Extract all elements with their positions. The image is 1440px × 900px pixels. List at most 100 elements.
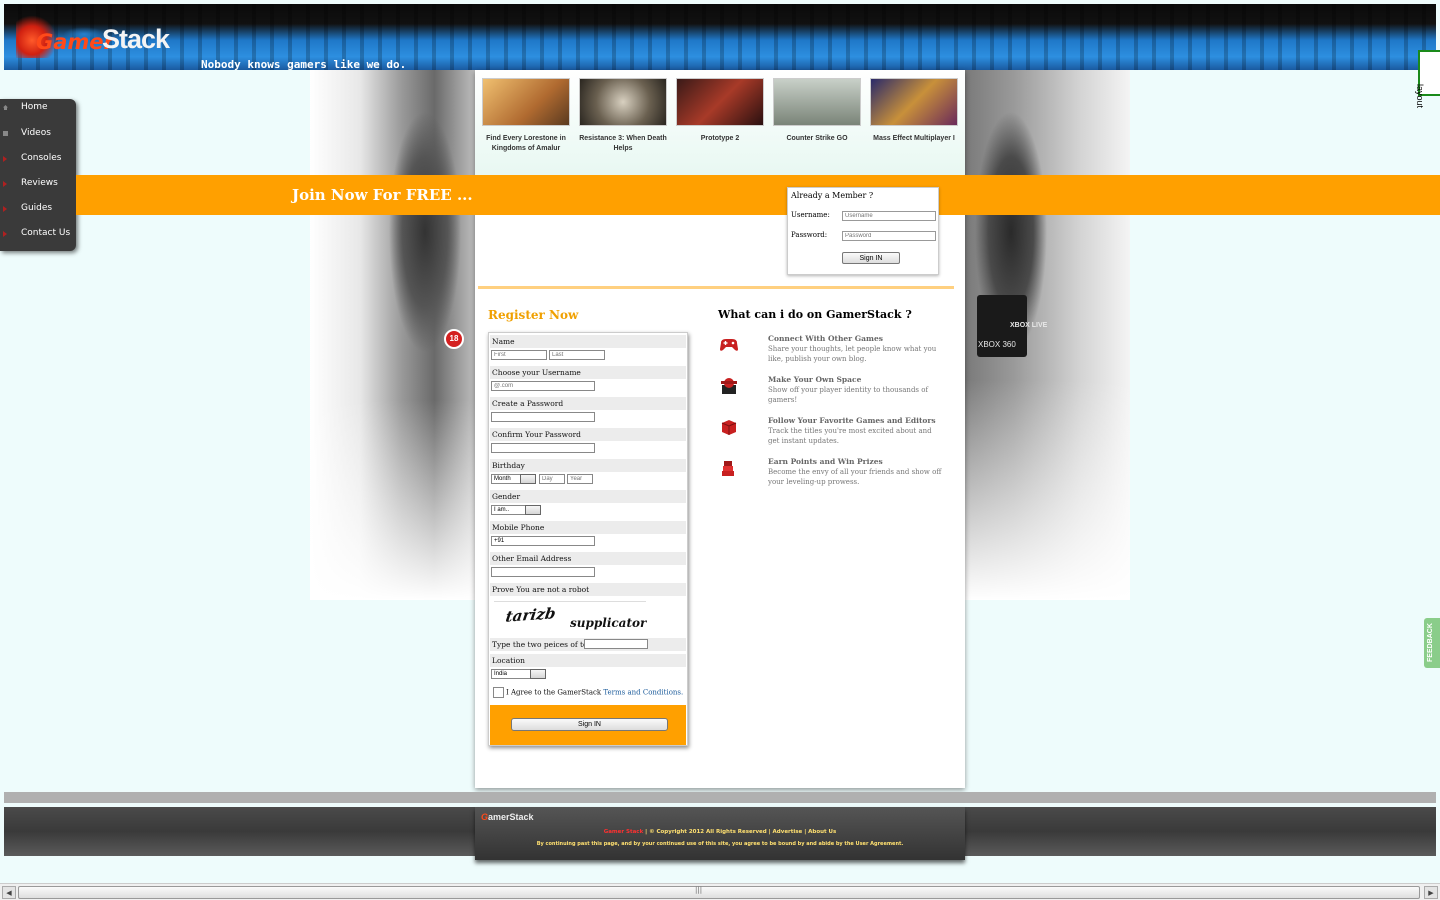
- login-username-input[interactable]: [842, 211, 936, 221]
- game-title[interactable]: Counter Strike GO: [772, 134, 862, 144]
- username-input[interactable]: [491, 381, 595, 391]
- game-card[interactable]: Find Every Lorestone in Kingdoms of Amal…: [481, 78, 571, 154]
- game-title[interactable]: Find Every Lorestone in Kingdoms of Amal…: [481, 134, 571, 154]
- footer-copyright-text: | © Copyright 2012 All Rights Reserved |…: [643, 829, 837, 835]
- email-input[interactable]: [491, 567, 595, 577]
- login-heading: Already a Member ?: [791, 191, 874, 200]
- nav-item-home[interactable]: Home: [0, 99, 76, 124]
- last-name-input[interactable]: [549, 350, 605, 360]
- layout-tab[interactable]: layout: [1415, 50, 1440, 108]
- box-icon: [721, 420, 737, 435]
- game-thumbnail[interactable]: [482, 78, 570, 126]
- game-card[interactable]: Mass Effect Multiplayer I: [869, 78, 959, 144]
- nav-item-label: Consoles: [21, 153, 62, 163]
- confirm-password-label: Confirm Your Password: [490, 428, 686, 441]
- featured-games-strip: Find Every Lorestone in Kingdoms of Amal…: [475, 70, 965, 175]
- nav-item-contact-us[interactable]: Contact Us: [0, 225, 76, 250]
- terms-checkbox[interactable]: [493, 687, 504, 698]
- terms-link[interactable]: Terms and Conditions.: [603, 689, 683, 697]
- arrow-icon: [3, 181, 7, 187]
- nav-item-label: Home: [21, 102, 48, 112]
- nav-item-label: Videos: [21, 128, 51, 138]
- location-label: Location: [490, 654, 686, 667]
- nav-item-label: Contact Us: [21, 228, 71, 238]
- background-fade-left: [310, 400, 476, 600]
- footer-copyright: Gamer Stack | © Copyright 2012 All Right…: [475, 829, 965, 835]
- birthday-year-input[interactable]: [567, 474, 593, 484]
- scrollbar-grip-icon: |||: [695, 886, 703, 894]
- birthday-month-value: Month: [494, 476, 511, 482]
- location-select[interactable]: India: [491, 669, 546, 679]
- register-title: Register Now: [488, 308, 579, 322]
- captcha-input[interactable]: [584, 639, 648, 649]
- mobile-input[interactable]: +91: [491, 536, 595, 546]
- register-sign-in-button[interactable]: Sign IN: [511, 718, 668, 731]
- game-title[interactable]: Resistance 3: When Death Helps: [578, 134, 668, 154]
- horizontal-scrollbar[interactable]: ◀ ||| ▶: [0, 883, 1440, 900]
- login-password-input[interactable]: [842, 231, 936, 241]
- chevron-down-icon[interactable]: [525, 505, 541, 515]
- register-submit-bar: Sign IN: [490, 705, 686, 745]
- birthday-label: Birthday: [490, 459, 686, 472]
- feature-title: Connect With Other Games: [768, 334, 883, 343]
- name-label: Name: [490, 335, 686, 348]
- feedback-tab-label: FEEDBACK: [1427, 623, 1434, 662]
- feature-title: Make Your Own Space: [768, 375, 862, 384]
- game-title[interactable]: Mass Effect Multiplayer I: [869, 134, 959, 144]
- logo-stack-text: Stack: [102, 24, 170, 54]
- login-password-label: Password:: [791, 231, 828, 239]
- section-divider: [478, 286, 954, 289]
- scroll-right-arrow-icon[interactable]: ▶: [1424, 886, 1438, 899]
- site-logo[interactable]: Gamer Stack: [10, 10, 200, 66]
- join-banner-text[interactable]: Join Now For FREE ...: [292, 186, 473, 204]
- nav-item-videos[interactable]: Videos: [0, 125, 76, 150]
- login-sign-in-button[interactable]: Sign IN: [842, 252, 900, 264]
- site-header: Gamer Stack Nobody knows gamers like we …: [4, 4, 1436, 70]
- feature-title: Follow Your Favorite Games and Editors: [768, 416, 936, 425]
- game-card[interactable]: Prototype 2: [675, 78, 765, 144]
- nav-item-reviews[interactable]: Reviews: [0, 175, 76, 200]
- xbox-live-logo: XBOX LIVE: [1010, 322, 1048, 329]
- site-tagline: Nobody knows gamers like we do.: [201, 58, 407, 70]
- features-title: What can i do on GamerStack ?: [718, 308, 912, 321]
- mobile-label: Mobile Phone: [490, 521, 686, 534]
- footer-agreement: By continuing past this page, and by you…: [536, 841, 904, 847]
- nav-item-consoles[interactable]: Consoles: [0, 150, 76, 175]
- game-thumbnail[interactable]: [676, 78, 764, 126]
- captcha-word-1: tarizb: [504, 604, 557, 626]
- captcha-word-2: supplicator: [570, 616, 647, 630]
- gamepad-icon: [720, 339, 738, 351]
- confirm-password-input[interactable]: [491, 443, 595, 453]
- feature-description: Track the titles you're most excited abo…: [768, 427, 932, 445]
- footer-brand-link[interactable]: Gamer Stack: [604, 829, 644, 835]
- age-rating-badge: 18: [444, 329, 464, 349]
- chevron-down-icon[interactable]: [530, 669, 546, 679]
- birthday-day-input[interactable]: [539, 474, 565, 484]
- footer-separator: [4, 792, 1436, 803]
- trophy-icon: [722, 461, 734, 476]
- email-label: Other Email Address: [490, 552, 686, 565]
- nav-item-label: Reviews: [21, 178, 58, 188]
- game-thumbnail[interactable]: [579, 78, 667, 126]
- feature-description: Show off your player identity to thousan…: [768, 386, 929, 404]
- scroll-left-arrow-icon[interactable]: ◀: [2, 886, 16, 899]
- feedback-tab[interactable]: FEEDBACK: [1424, 618, 1440, 668]
- gender-select[interactable]: I am..: [491, 505, 541, 515]
- game-title[interactable]: Prototype 2: [675, 134, 765, 144]
- chevron-down-icon[interactable]: [520, 474, 536, 484]
- birthday-month-select[interactable]: Month: [491, 474, 536, 484]
- footer-logo-rest: amerStack: [488, 812, 534, 822]
- create-password-input[interactable]: [491, 412, 595, 422]
- nav-item-guides[interactable]: Guides: [0, 200, 76, 225]
- terms-agreement: I Agree to the GamerStack Terms and Cond…: [493, 687, 683, 698]
- footer-logo[interactable]: GamerStack: [481, 812, 534, 822]
- xbox-360-logo: XBOX 360: [978, 340, 1016, 349]
- first-name-input[interactable]: [491, 350, 547, 360]
- game-thumbnail[interactable]: [773, 78, 861, 126]
- game-thumbnail[interactable]: [870, 78, 958, 126]
- scrollbar-thumb[interactable]: [18, 886, 1420, 899]
- game-card[interactable]: Resistance 3: When Death Helps: [578, 78, 668, 154]
- game-card[interactable]: Counter Strike GO: [772, 78, 862, 144]
- home-icon: [3, 105, 8, 110]
- feature-title: Earn Points and Win Prizes: [768, 457, 883, 466]
